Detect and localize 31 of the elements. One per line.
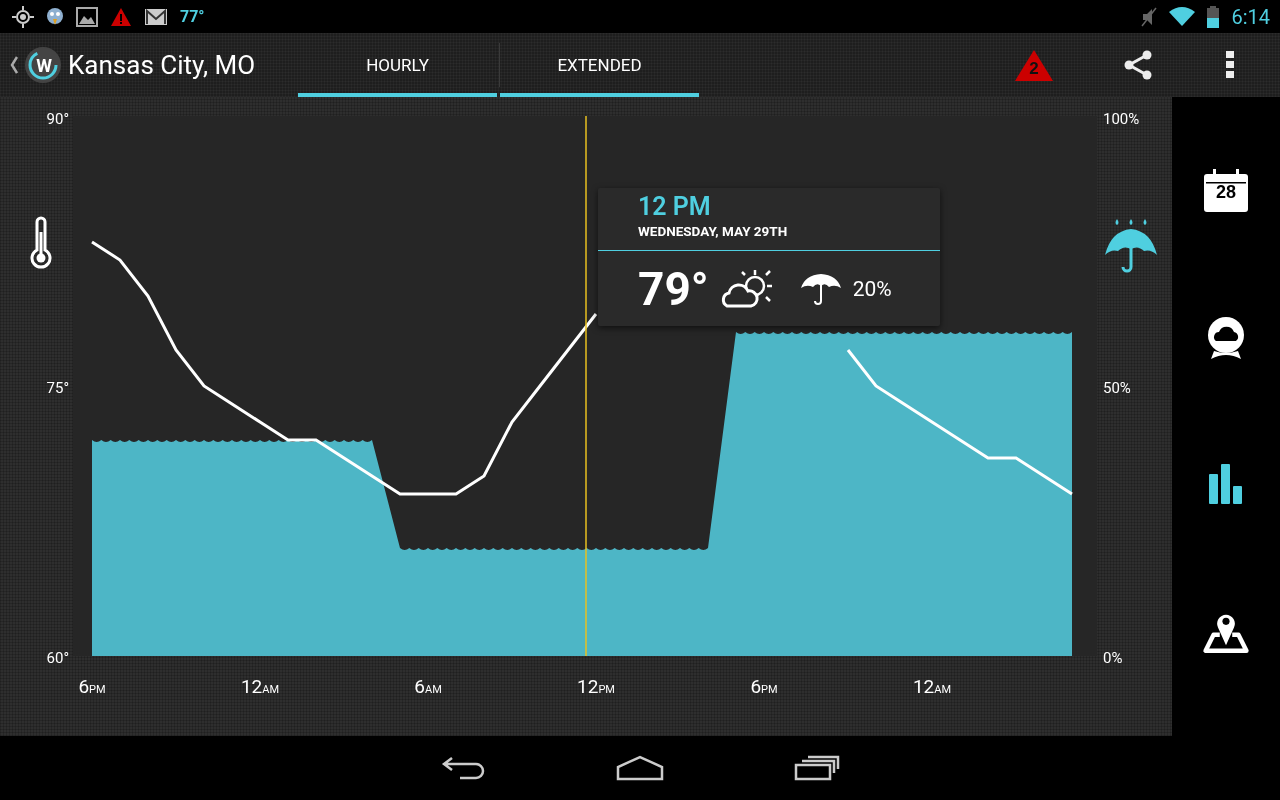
app-logo[interactable]: W (24, 46, 62, 84)
back-icon[interactable] (440, 755, 486, 781)
calendar-date: 28 (1215, 181, 1237, 203)
temperature-notification: 77° (180, 7, 205, 26)
umbrella-rain-icon (1105, 219, 1157, 273)
battery-icon (1207, 5, 1220, 28)
back-caret-icon[interactable] (10, 56, 18, 74)
temperature-axis-label: 60° (46, 649, 69, 667)
tooltip-precipitation: 20% (852, 276, 892, 301)
thermometer-icon (30, 216, 52, 269)
mute-icon (1141, 6, 1158, 27)
recent-apps-icon[interactable] (794, 755, 840, 781)
precipitation-axis-label: 100% (1103, 110, 1140, 129)
clock: 6:14 (1231, 4, 1270, 29)
home-icon[interactable] (616, 755, 664, 781)
temperature-axis-label: 75° (46, 379, 69, 397)
location-title: Kansas City, MO (68, 50, 257, 80)
mail-icon (144, 7, 168, 26)
precipitation-axis-label: 50% (1103, 379, 1131, 397)
partly-cloudy-icon (720, 267, 775, 310)
warning-icon (110, 6, 132, 27)
precipitation-axis-label: 0% (1103, 649, 1123, 668)
temperature-axis-label: 90° (46, 110, 69, 129)
umbrella-icon (800, 271, 841, 306)
calendar-icon (1203, 167, 1249, 214)
location-icon (12, 5, 34, 28)
image-icon (76, 6, 98, 27)
tooltip-temperature: 79° (638, 261, 709, 316)
wifi-icon (1169, 6, 1196, 27)
tooltip-time: 12 PM (638, 192, 712, 221)
tooltip-date: WEDNESDAY, MAY 29TH (638, 223, 789, 239)
